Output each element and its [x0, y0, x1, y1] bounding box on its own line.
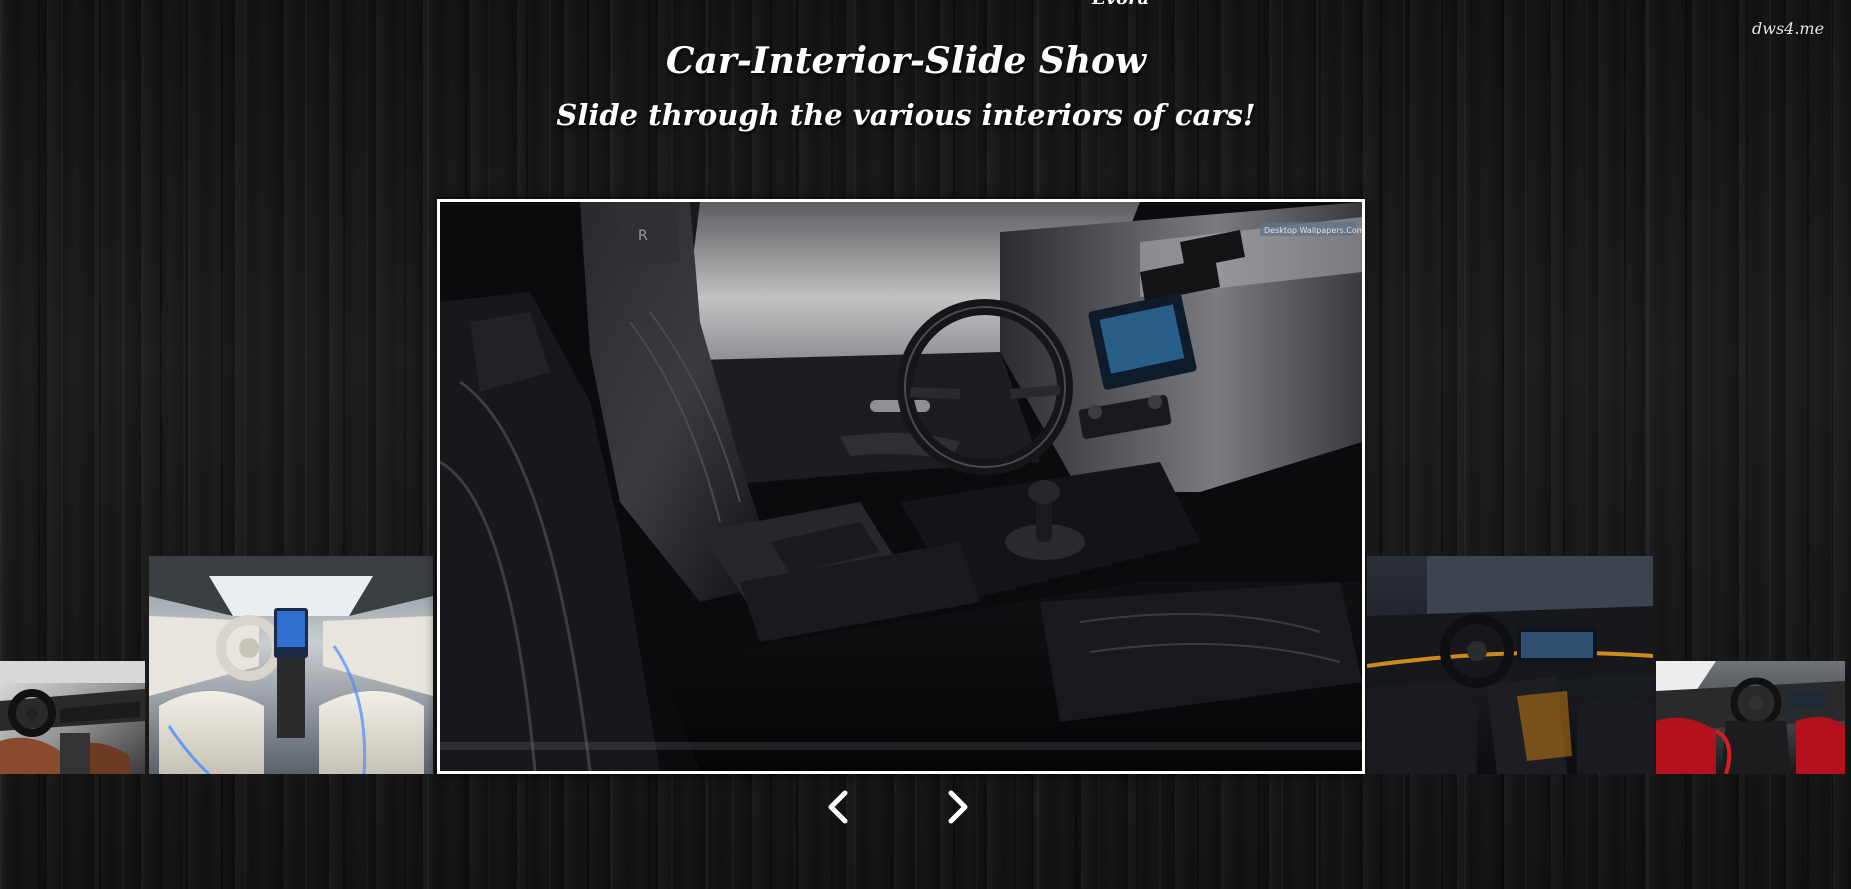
slide-thumbnail-left[interactable] — [149, 556, 433, 774]
car-interior-image — [149, 556, 433, 774]
slide-thumbnail-far-left[interactable] — [0, 661, 145, 774]
chevron-left-icon — [828, 790, 848, 824]
car-interior-image — [0, 661, 145, 774]
main-slide[interactable]: R Desktop Wallpapers.Com — [437, 199, 1365, 774]
car-interior-image — [1656, 661, 1845, 774]
top-clipped-text: Evora — [1092, 0, 1149, 9]
page-subtitle: Slide through the various interiors of c… — [556, 98, 1256, 132]
slide-thumbnail-far-right[interactable] — [1656, 661, 1845, 774]
chevron-right-icon — [948, 790, 968, 824]
page-title: Car-Interior-Slide Show — [665, 40, 1147, 82]
previous-slide-button[interactable] — [818, 785, 858, 829]
image-watermark-text: Desktop Wallpapers.Com — [1264, 226, 1362, 235]
slide-thumbnail-right[interactable] — [1367, 556, 1653, 774]
car-interior-image: R Desktop Wallpapers.Com — [440, 202, 1362, 771]
next-slide-button[interactable] — [938, 785, 978, 829]
seat-badge: R — [638, 228, 648, 244]
watermark: dws4.me — [1752, 19, 1825, 38]
car-interior-image — [1367, 556, 1653, 774]
